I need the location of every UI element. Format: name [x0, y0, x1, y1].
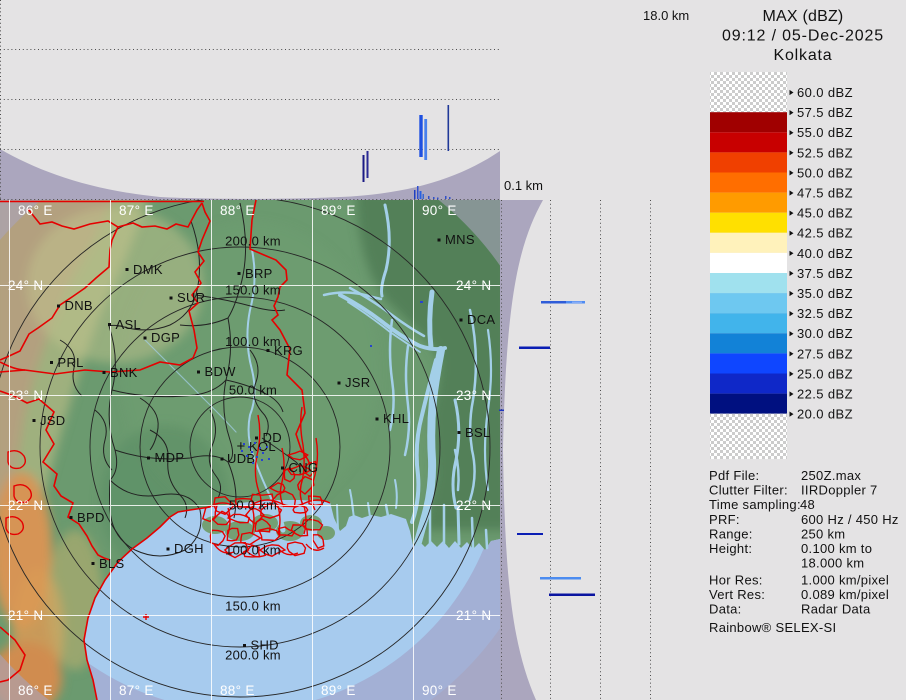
svg-text:DGH: DGH	[174, 541, 204, 556]
svg-text:20.0 dBZ: 20.0 dBZ	[797, 407, 853, 422]
svg-text:Height:: Height:	[709, 541, 752, 556]
svg-text:JSD: JSD	[40, 413, 65, 428]
svg-text:89° E: 89° E	[321, 203, 356, 218]
svg-text:48: 48	[800, 497, 815, 512]
svg-text:150.0 km: 150.0 km	[225, 599, 281, 614]
svg-text:BLS: BLS	[99, 556, 125, 571]
svg-text:35.0 dBZ: 35.0 dBZ	[797, 286, 853, 301]
svg-text:DGP: DGP	[151, 330, 180, 345]
svg-text:42.5 dBZ: 42.5 dBZ	[797, 226, 853, 241]
svg-text:21° N: 21° N	[456, 608, 491, 623]
svg-text:CNG: CNG	[289, 460, 319, 475]
svg-text:87° E: 87° E	[119, 203, 154, 218]
svg-text:25.0 dBZ: 25.0 dBZ	[797, 366, 853, 381]
svg-text:DNB: DNB	[65, 298, 93, 313]
svg-text:87° E: 87° E	[119, 683, 154, 698]
svg-text:250 km: 250 km	[801, 526, 845, 541]
svg-text:52.5 dBZ: 52.5 dBZ	[797, 145, 853, 160]
svg-text:40.0 dBZ: 40.0 dBZ	[797, 246, 853, 261]
svg-text:150.0 km: 150.0 km	[225, 283, 281, 298]
svg-text:45.0 dBZ: 45.0 dBZ	[797, 206, 853, 221]
svg-text:Hor Res:: Hor Res:	[709, 573, 763, 588]
svg-text:90° E: 90° E	[422, 683, 457, 698]
svg-text:BSL: BSL	[465, 425, 490, 440]
svg-text:24° N: 24° N	[456, 278, 491, 293]
svg-text:89° E: 89° E	[321, 683, 356, 698]
svg-text:PRF:: PRF:	[709, 512, 740, 527]
svg-text:23° N: 23° N	[456, 388, 491, 403]
svg-text:Kolkata: Kolkata	[774, 47, 833, 64]
svg-text:22° N: 22° N	[456, 498, 491, 513]
svg-text:60.0 dBZ: 60.0 dBZ	[797, 85, 853, 100]
svg-text:32.5 dBZ: 32.5 dBZ	[797, 306, 853, 321]
svg-text:KHL: KHL	[383, 411, 409, 426]
svg-text:IIRDoppler 7: IIRDoppler 7	[801, 483, 878, 498]
svg-text:250Z.max: 250Z.max	[801, 468, 861, 483]
svg-text:600 Hz / 450 Hz: 600 Hz / 450 Hz	[801, 512, 899, 527]
svg-text:Range:: Range:	[709, 526, 753, 541]
svg-text:1.000 km/pixel: 1.000 km/pixel	[801, 573, 889, 588]
svg-text:PRL: PRL	[58, 355, 84, 370]
svg-text:Data:: Data:	[709, 602, 742, 617]
svg-text:0.089 km/pixel: 0.089 km/pixel	[801, 587, 889, 602]
svg-text:Time sampling:: Time sampling:	[709, 497, 801, 512]
svg-text:MDP: MDP	[155, 450, 185, 465]
svg-text:0.1 km: 0.1 km	[504, 178, 543, 193]
svg-text:Radar Data: Radar Data	[801, 602, 871, 617]
svg-text:JSR: JSR	[345, 375, 370, 390]
svg-text:88° E: 88° E	[220, 203, 255, 218]
svg-text:MAX (dBZ): MAX (dBZ)	[763, 8, 844, 25]
svg-text:18.000 km: 18.000 km	[801, 556, 864, 571]
svg-text:23° N: 23° N	[8, 388, 43, 403]
svg-text:21° N: 21° N	[8, 608, 43, 623]
svg-text:27.5 dBZ: 27.5 dBZ	[797, 346, 853, 361]
svg-text:30.0 dBZ: 30.0 dBZ	[797, 326, 853, 341]
svg-text:24° N: 24° N	[8, 278, 43, 293]
svg-text:50.0 km: 50.0 km	[229, 498, 277, 513]
svg-text:50.0 dBZ: 50.0 dBZ	[797, 165, 853, 180]
svg-text:100.0 km: 100.0 km	[225, 334, 281, 349]
svg-text:0.100 km to: 0.100 km to	[801, 541, 872, 556]
svg-text:Pdf File:: Pdf File:	[709, 468, 759, 483]
svg-text:BPD: BPD	[77, 510, 105, 525]
svg-text:57.5 dBZ: 57.5 dBZ	[797, 105, 853, 120]
svg-text:37.5 dBZ: 37.5 dBZ	[797, 266, 853, 281]
svg-text:Clutter Filter:: Clutter Filter:	[709, 483, 788, 498]
svg-text:DMK: DMK	[133, 262, 163, 277]
svg-text:100.0 km: 100.0 km	[225, 543, 281, 558]
svg-text:22.5 dBZ: 22.5 dBZ	[797, 387, 853, 402]
svg-text:BNK: BNK	[110, 365, 138, 380]
svg-text:SUR: SUR	[177, 290, 205, 305]
svg-text:KRG: KRG	[274, 343, 303, 358]
svg-text:22° N: 22° N	[8, 498, 43, 513]
svg-text:UDB: UDB	[227, 451, 255, 466]
svg-text:SHD: SHD	[251, 638, 279, 653]
svg-text:86° E: 86° E	[18, 683, 53, 698]
svg-text:Vert Res:: Vert Res:	[709, 587, 765, 602]
svg-text:Rainbow® SELEX-SI: Rainbow® SELEX-SI	[709, 620, 836, 635]
svg-text:BRP: BRP	[245, 266, 273, 281]
svg-text:55.0 dBZ: 55.0 dBZ	[797, 125, 853, 140]
svg-text:90° E: 90° E	[422, 203, 457, 218]
svg-text:50.0 km: 50.0 km	[229, 383, 277, 398]
svg-text:88° E: 88° E	[220, 683, 255, 698]
svg-text:09:12 / 05-Dec-2025: 09:12 / 05-Dec-2025	[722, 28, 884, 45]
svg-text:DCA: DCA	[467, 312, 495, 327]
svg-text:18.0 km: 18.0 km	[643, 8, 689, 23]
svg-text:86° E: 86° E	[18, 203, 53, 218]
svg-text:200.0 km: 200.0 km	[225, 234, 281, 249]
svg-text:BDW: BDW	[205, 364, 237, 379]
svg-text:47.5 dBZ: 47.5 dBZ	[797, 186, 853, 201]
svg-text:ASL: ASL	[116, 317, 141, 332]
svg-text:MNS: MNS	[445, 232, 475, 247]
